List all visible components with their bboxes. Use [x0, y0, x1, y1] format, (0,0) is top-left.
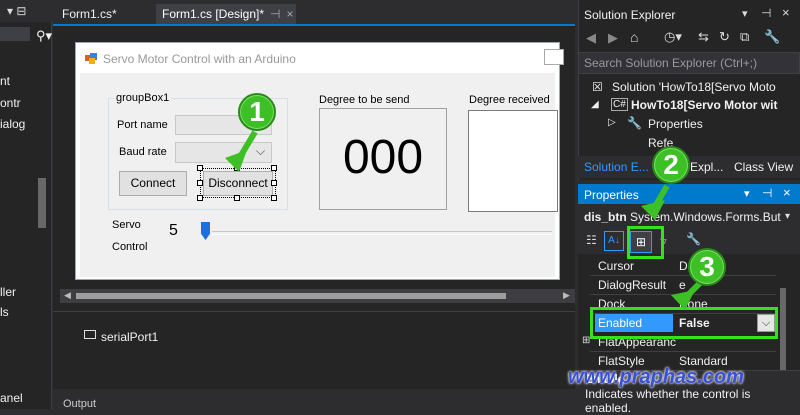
solution-explorer-title: Solution Explorer [584, 8, 676, 22]
home-icon[interactable]: ⌂ [630, 29, 638, 45]
form-titlebar: Servo Motor Control with an Arduino [76, 43, 564, 73]
slider-value-label: 5 [169, 222, 178, 239]
annotation-arrows [225, 130, 708, 310]
form-title: Servo Motor Control with an Arduino [103, 52, 296, 66]
tab-form1-design[interactable]: Form1.cs [Design]* ⊣ × [156, 4, 296, 24]
arrow-3-head [671, 290, 695, 310]
baud-rate-label: Baud rate [119, 146, 167, 158]
annotation-marker-3: 3 [688, 248, 726, 286]
history-icon[interactable]: ◷▾ [664, 29, 682, 45]
pin-icon[interactable]: ▾ ⊟ [7, 4, 26, 18]
tree-node-solution[interactable]: Solution 'HowTo18[Servo Moto [612, 80, 776, 94]
sync-icon[interactable]: ⇆ [698, 29, 709, 45]
toolbox-scrollbar[interactable] [38, 178, 46, 228]
annotation-marker-1: 1 [238, 93, 276, 131]
scroll-left-icon[interactable]: ◀ [64, 290, 71, 301]
close-icon[interactable]: × [286, 7, 293, 21]
arrow-1-head [225, 150, 247, 172]
toolbox-item-1[interactable]: nt [0, 74, 10, 88]
search-icon[interactable]: ⚲▾ [36, 28, 52, 44]
dropdown-icon[interactable]: ▾ [742, 7, 748, 20]
refresh-icon[interactable]: ↻ [719, 29, 730, 45]
toolbox-item-5[interactable]: ls [0, 305, 9, 319]
solution-search-input[interactable]: Search Solution Explorer (Ctrl+;) [584, 56, 757, 70]
toolbox-item-2[interactable]: ontr [0, 96, 21, 110]
tab-label: Form1.cs* [62, 7, 117, 21]
pin-icon[interactable]: ⊣ [270, 7, 280, 21]
servo-label: Servo [112, 219, 141, 231]
groupbox-title: groupBox1 [114, 92, 172, 104]
annotation-marker-2: 2 [652, 146, 690, 184]
toolbox-item-3[interactable]: ialog [0, 117, 25, 131]
watermark: www.praphas.com [568, 366, 744, 388]
forward-icon[interactable]: ▶ [608, 30, 618, 46]
solution-icon: ☒ [592, 80, 603, 94]
control-label: Control [112, 241, 148, 253]
port-name-label: Port name [117, 119, 168, 131]
solution-toolbar: ◀ ▶ ⌂ ◷▾ ⇆ ↻ ⧉ 🔧 [580, 28, 798, 50]
description-text: Indicates whether the control is enabled… [585, 387, 751, 415]
collapse-icon[interactable]: ⧉ [740, 29, 749, 45]
close-icon[interactable]: × [782, 5, 790, 20]
tab-form1-cs[interactable]: Form1.cs* [56, 4, 152, 24]
back-icon[interactable]: ◀ [586, 30, 596, 46]
tab-label: Form1.cs [Design]* [162, 7, 265, 21]
serial-port-component[interactable]: serialPort1 [101, 330, 158, 344]
wrench-icon[interactable]: 🔧 [764, 29, 780, 45]
form-app-icon [85, 53, 97, 64]
serial-port-icon [84, 330, 96, 339]
toolbox-item-6[interactable]: anel [0, 391, 23, 405]
pin-icon[interactable]: ⊣ [761, 6, 771, 20]
arrow-2-head [641, 200, 665, 220]
connect-button[interactable]: Connect [119, 171, 187, 196]
output-tab[interactable]: Output [63, 398, 96, 410]
output-tab-bar [53, 396, 575, 409]
minimize-icon[interactable] [544, 49, 564, 65]
toolbox-item-4[interactable]: ller [0, 285, 16, 299]
